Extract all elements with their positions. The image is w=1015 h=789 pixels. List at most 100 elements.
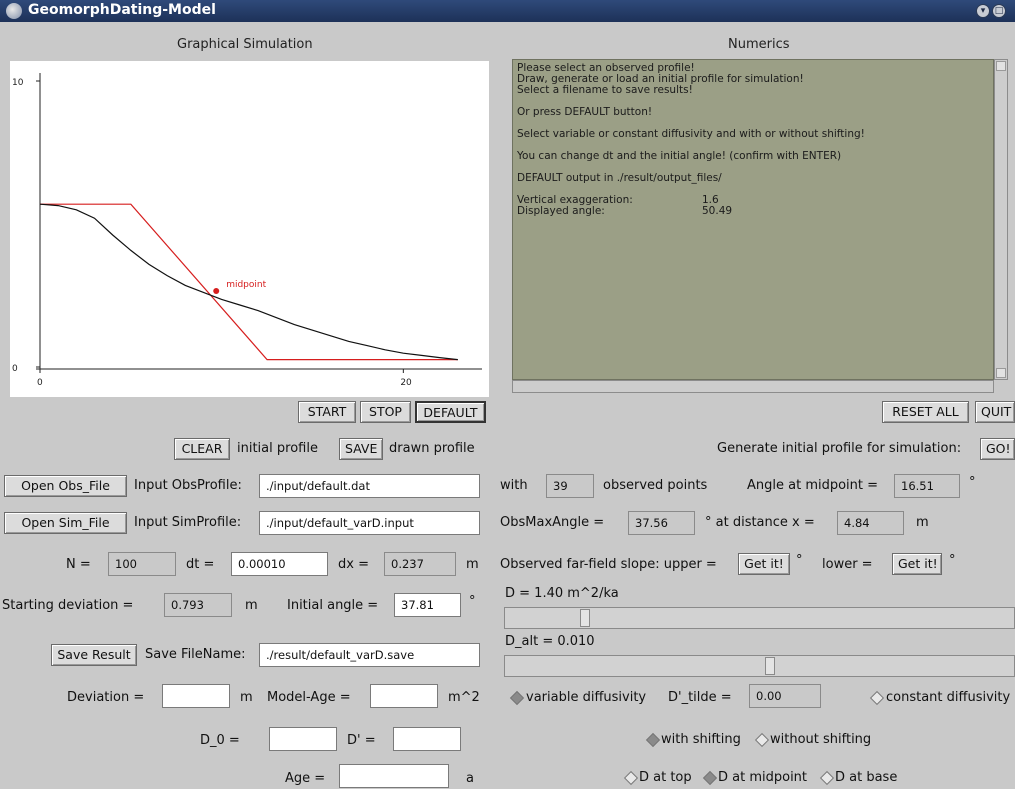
simulation-plot[interactable]: 10 0 0 20 midpoint bbox=[10, 61, 489, 397]
numerics-horizontal-scrollbar[interactable] bbox=[512, 380, 994, 393]
dprime-label: D' = bbox=[347, 733, 376, 748]
y-tick-label: 0 bbox=[12, 364, 18, 374]
degree-label: ° bbox=[969, 475, 976, 490]
numerics-line-text: Or press DEFAULT button! bbox=[517, 106, 653, 118]
age-unit-label: a bbox=[466, 771, 474, 786]
variable-diffusivity-radio[interactable] bbox=[509, 690, 525, 706]
open-obs-file-button[interactable]: Open Obs_File bbox=[4, 475, 127, 497]
with-label: with bbox=[500, 478, 528, 493]
lower-degree-label: ° bbox=[949, 553, 956, 568]
deviation-input[interactable] bbox=[162, 684, 230, 708]
save-drawn-button[interactable]: SAVE bbox=[339, 438, 383, 460]
lower-label: lower = bbox=[822, 557, 873, 572]
d-alt-label: D_alt = 0.010 bbox=[505, 634, 595, 649]
constant-diffusivity-radio[interactable] bbox=[869, 690, 885, 706]
without-shifting-label: without shifting bbox=[770, 732, 872, 747]
d-alt-slider-handle[interactable] bbox=[765, 657, 776, 675]
dt-input[interactable]: 0.00010 bbox=[231, 552, 328, 576]
numerics-value: 50.49 bbox=[702, 205, 733, 217]
app-logo-icon bbox=[6, 3, 22, 19]
numerics-vertical-scrollbar[interactable] bbox=[994, 59, 1008, 380]
get-upper-button[interactable]: Get it! bbox=[738, 553, 790, 575]
starting-deviation-label: Starting deviation = bbox=[2, 598, 134, 613]
angle-midpoint-label: Angle at midpoint = bbox=[747, 478, 879, 493]
d0-label: D_0 = bbox=[200, 733, 240, 748]
distance-x-field: 4.84 bbox=[837, 511, 904, 535]
start-button[interactable]: START bbox=[298, 401, 356, 423]
initial-profile-label: initial profile bbox=[237, 441, 318, 456]
go-button[interactable]: GO! bbox=[980, 438, 1015, 460]
deviation-unit-label: m bbox=[245, 598, 258, 613]
distance-unit-label: m bbox=[916, 515, 929, 530]
observed-points-field: 39 bbox=[546, 474, 594, 498]
initial-angle-label: Initial angle = bbox=[287, 598, 379, 613]
shade-window-icon[interactable]: ▾ bbox=[976, 4, 990, 18]
angle-midpoint-field: 16.51 bbox=[894, 474, 960, 498]
default-button[interactable]: DEFAULT bbox=[415, 401, 486, 423]
dx-unit-label: m bbox=[466, 557, 479, 572]
reset-all-button[interactable]: RESET ALL bbox=[882, 401, 969, 423]
d-alt-slider[interactable] bbox=[504, 655, 1015, 677]
initial-angle-degree-label: ° bbox=[469, 594, 476, 609]
window-title: GeomorphDating-Model bbox=[28, 2, 216, 18]
maximize-window-icon[interactable]: □ bbox=[992, 4, 1006, 18]
section-numerics: Numerics bbox=[728, 37, 790, 52]
save-result-button[interactable]: Save Result bbox=[51, 644, 137, 666]
generate-initial-label: Generate initial profile for simulation: bbox=[717, 441, 962, 456]
numerics-output[interactable]: Please select an observed profile! Draw, … bbox=[512, 59, 994, 380]
d-slider[interactable] bbox=[504, 607, 1015, 629]
input-sim-label: Input SimProfile: bbox=[134, 515, 242, 530]
d-at-top-radio[interactable] bbox=[623, 770, 639, 786]
dprime-input[interactable] bbox=[393, 727, 461, 751]
model-age-label: Model-Age = bbox=[267, 690, 351, 705]
age-input[interactable] bbox=[339, 764, 449, 788]
quit-button[interactable]: QUIT bbox=[975, 401, 1015, 423]
d-tilde-label: D'_tilde = bbox=[668, 690, 732, 705]
d0-input[interactable] bbox=[269, 727, 337, 751]
obs-profile-path-input[interactable]: ./input/default.dat bbox=[259, 474, 480, 498]
d-at-top-label: D at top bbox=[639, 770, 692, 785]
numerics-line: Displayed angle: 50.49 bbox=[517, 206, 989, 217]
age-label: Age = bbox=[285, 771, 326, 786]
midpoint-label: midpoint bbox=[226, 280, 266, 290]
with-shifting-radio[interactable] bbox=[645, 732, 661, 748]
d-at-base-label: D at base bbox=[835, 770, 898, 785]
observed-points-label: observed points bbox=[603, 478, 708, 493]
model-age-unit-label: m^2 bbox=[448, 690, 480, 705]
deviation-m-label: m bbox=[240, 690, 253, 705]
d-at-midpoint-label: D at midpoint bbox=[718, 770, 808, 785]
d-at-base-radio[interactable] bbox=[819, 770, 835, 786]
sim-profile-path-input[interactable]: ./input/default_varD.input bbox=[259, 511, 480, 535]
numerics-line: Select a filename to save results! bbox=[517, 85, 989, 96]
numerics-line: Or press DEFAULT button! bbox=[517, 107, 989, 118]
save-filename-input[interactable]: ./result/default_varD.save bbox=[259, 643, 480, 667]
far-field-label: Observed far-field slope: upper = bbox=[500, 557, 717, 572]
dx-label: dx = bbox=[338, 557, 369, 572]
without-shifting-radio[interactable] bbox=[754, 732, 770, 748]
numerics-line: You can change dt and the initial angle!… bbox=[517, 151, 989, 162]
stop-button[interactable]: STOP bbox=[360, 401, 411, 423]
dt-label: dt = bbox=[186, 557, 215, 572]
numerics-line: Select variable or constant diffusivity … bbox=[517, 129, 989, 140]
starting-deviation-field: 0.793 bbox=[164, 593, 232, 617]
d-slider-handle[interactable] bbox=[580, 609, 591, 627]
get-lower-button[interactable]: Get it! bbox=[892, 553, 942, 575]
clear-button[interactable]: CLEAR bbox=[174, 438, 230, 460]
initial-angle-input[interactable]: 37.81 bbox=[394, 593, 461, 617]
with-shifting-label: with shifting bbox=[661, 732, 741, 747]
d-value-label: D = 1.40 m^2/ka bbox=[505, 586, 619, 601]
numerics-line-text: Displayed angle: bbox=[517, 205, 605, 217]
numerics-line-text: Select a filename to save results! bbox=[517, 84, 693, 96]
scroll-up-icon[interactable] bbox=[996, 61, 1006, 71]
plot-svg[interactable]: 10 0 0 20 midpoint bbox=[10, 61, 489, 397]
save-filename-label: Save FileName: bbox=[145, 647, 246, 662]
open-sim-file-button[interactable]: Open Sim_File bbox=[4, 512, 127, 534]
model-age-input[interactable] bbox=[370, 684, 438, 708]
scroll-down-icon[interactable] bbox=[996, 368, 1006, 378]
input-obs-label: Input ObsProfile: bbox=[134, 478, 242, 493]
d-at-midpoint-radio[interactable] bbox=[702, 770, 718, 786]
d-tilde-field: 0.00 bbox=[749, 684, 821, 708]
n-label: N = bbox=[66, 557, 91, 572]
numerics-line: DEFAULT output in ./result/output_files/ bbox=[517, 173, 989, 184]
y-tick-label: 10 bbox=[12, 78, 24, 88]
